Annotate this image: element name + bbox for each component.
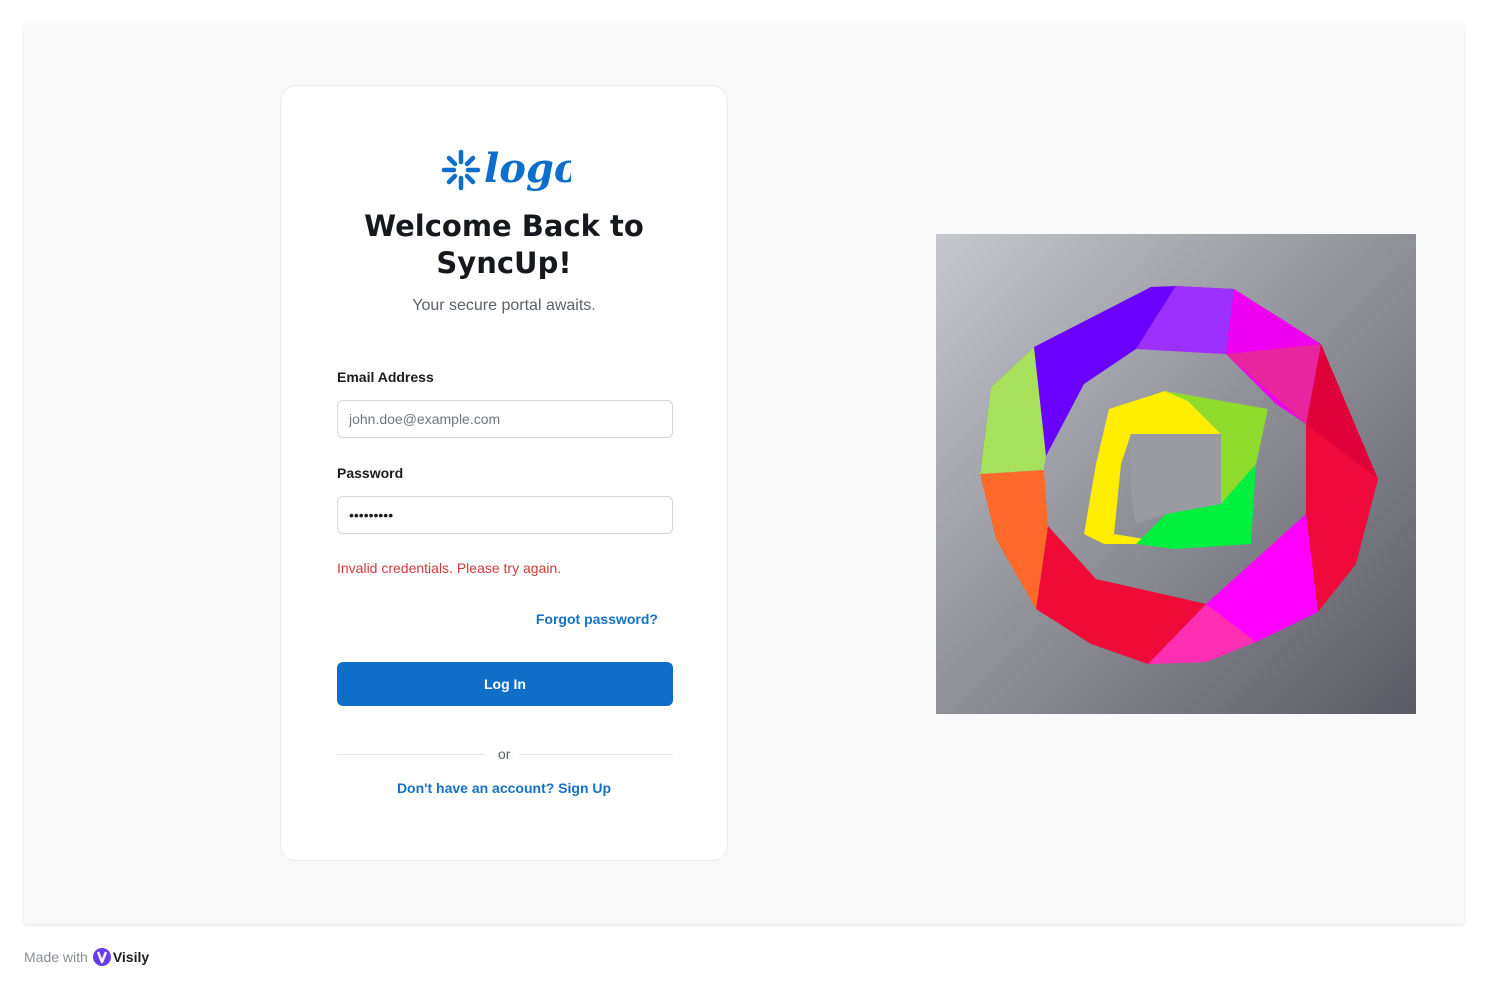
divider-line-right xyxy=(519,754,673,755)
page-title: Welcome Back to SyncUp! xyxy=(281,208,727,282)
visily-logo-icon xyxy=(92,948,111,966)
or-divider: or xyxy=(337,746,673,762)
signup-link[interactable]: Don't have an account? Sign Up xyxy=(281,780,727,796)
title-line-1: Welcome Back to xyxy=(364,209,644,243)
title-line-2: SyncUp! xyxy=(436,246,572,280)
divider-line-left xyxy=(337,754,485,755)
password-field[interactable] xyxy=(337,496,673,534)
brand-logo: logo xyxy=(441,145,571,192)
error-message: Invalid credentials. Please try again. xyxy=(337,560,562,576)
visily-name: Visily xyxy=(112,949,150,965)
forgot-password-link[interactable]: Forgot password? xyxy=(536,611,658,627)
login-button[interactable]: Log In xyxy=(337,662,673,706)
email-label: Email Address xyxy=(337,369,434,385)
divider-text: or xyxy=(498,746,511,762)
made-with-footer[interactable]: Made with Visily xyxy=(24,947,149,967)
page-frame: logo Welcome Back to SyncUp! Your secure… xyxy=(24,24,1464,924)
logo-wordmark: logo xyxy=(484,145,571,192)
page-subtitle: Your secure portal awaits. xyxy=(412,297,596,314)
sparkle-icon xyxy=(441,149,481,191)
login-card: logo Welcome Back to SyncUp! Your secure… xyxy=(280,85,728,861)
made-with-text: Made with xyxy=(24,949,88,965)
password-label: Password xyxy=(337,465,404,481)
email-field[interactable] xyxy=(337,400,673,438)
geometric-ring-illustration-icon xyxy=(936,234,1416,714)
